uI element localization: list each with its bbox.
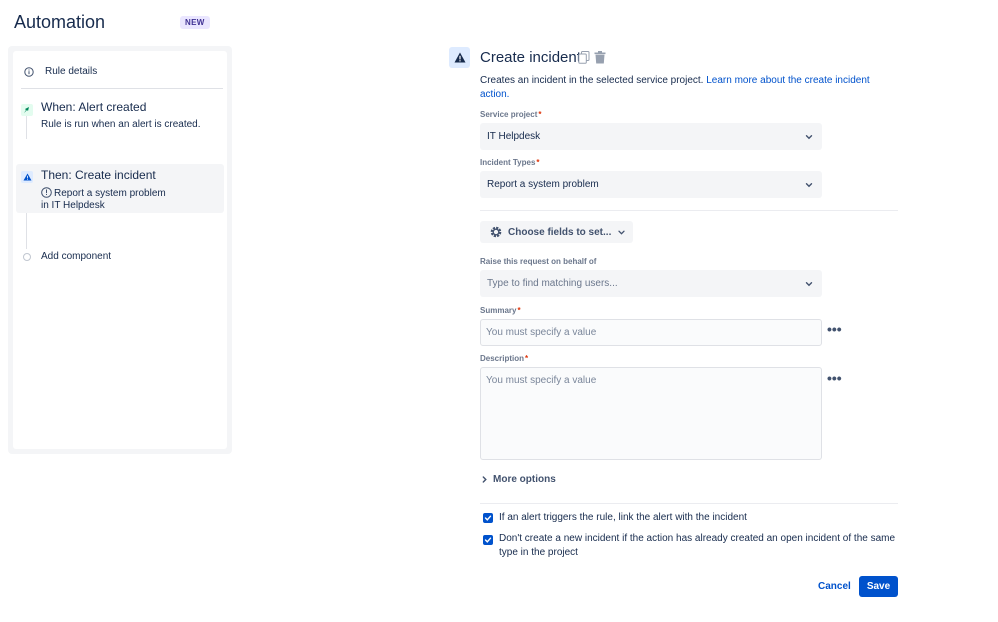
summary-input[interactable]: You must specify a value bbox=[480, 319, 822, 346]
divider bbox=[480, 210, 898, 211]
more-options-toggle[interactable]: More options bbox=[480, 474, 556, 485]
chevron-down-icon bbox=[805, 183, 813, 188]
panel-title: Create incident bbox=[480, 49, 581, 66]
behalf-label: Raise this request on behalf of bbox=[480, 257, 597, 266]
description-label: Description* bbox=[480, 354, 529, 363]
link-alert-checkbox[interactable] bbox=[483, 513, 493, 523]
cancel-button[interactable]: Cancel bbox=[812, 576, 857, 597]
divider bbox=[480, 503, 898, 504]
behalf-user-picker[interactable]: Type to find matching users... bbox=[480, 270, 822, 297]
alert-leaf-icon bbox=[21, 104, 33, 116]
warning-triangle-icon bbox=[449, 47, 470, 68]
action-title: Then: Create incident bbox=[41, 168, 156, 182]
link-alert-label: If an alert triggers the rule, link the … bbox=[499, 512, 747, 523]
rule-details-item[interactable]: Rule details bbox=[21, 55, 223, 89]
description-more-button[interactable]: ••• bbox=[827, 370, 842, 386]
warning-triangle-icon bbox=[21, 171, 33, 183]
action-description: Report a system problem in IT Helpdesk bbox=[41, 187, 166, 211]
add-component-dot bbox=[23, 253, 31, 261]
checkmark-icon bbox=[484, 515, 492, 521]
summary-label: Summary* bbox=[480, 306, 521, 315]
add-component-link[interactable]: Add component bbox=[41, 251, 111, 262]
service-project-select[interactable]: IT Helpdesk bbox=[480, 123, 822, 150]
chevron-right-icon bbox=[482, 476, 487, 483]
new-badge: NEW bbox=[180, 16, 210, 29]
copy-icon[interactable] bbox=[578, 51, 590, 64]
description-textarea[interactable]: You must specify a value bbox=[480, 367, 822, 460]
incident-types-label: Incident Types* bbox=[480, 158, 540, 167]
info-icon bbox=[23, 66, 35, 78]
summary-more-button[interactable]: ••• bbox=[827, 321, 842, 337]
checkmark-icon bbox=[484, 537, 492, 543]
panel-description: Creates an incident in the selected serv… bbox=[480, 75, 870, 100]
no-duplicate-label: Don't create a new incident if the actio… bbox=[499, 533, 896, 558]
trigger-title: When: Alert created bbox=[41, 100, 147, 114]
info-icon bbox=[41, 187, 52, 198]
trigger-description: Rule is run when an alert is created. bbox=[41, 119, 201, 130]
page-title: Automation bbox=[14, 12, 106, 32]
chevron-down-icon bbox=[618, 230, 626, 235]
rule-details-label: Rule details bbox=[45, 66, 98, 77]
chevron-down-icon bbox=[805, 282, 813, 287]
trigger-step[interactable]: When: Alert created Rule is run when an … bbox=[16, 97, 224, 137]
gear-icon bbox=[490, 226, 502, 238]
trash-icon[interactable] bbox=[594, 51, 606, 64]
chevron-down-icon bbox=[805, 135, 813, 140]
choose-fields-button[interactable]: Choose fields to set... bbox=[480, 221, 633, 243]
action-step[interactable]: Then: Create incident Report a system pr… bbox=[16, 164, 224, 213]
rule-sidebar: Rule details When: Alert created Rule is… bbox=[8, 46, 232, 454]
save-button[interactable]: Save bbox=[859, 576, 898, 597]
rule-sidebar-inner: Rule details When: Alert created Rule is… bbox=[13, 51, 227, 449]
service-project-label: Service project* bbox=[480, 110, 542, 119]
no-duplicate-checkbox[interactable] bbox=[483, 535, 493, 545]
incident-types-select[interactable]: Report a system problem bbox=[480, 171, 822, 198]
